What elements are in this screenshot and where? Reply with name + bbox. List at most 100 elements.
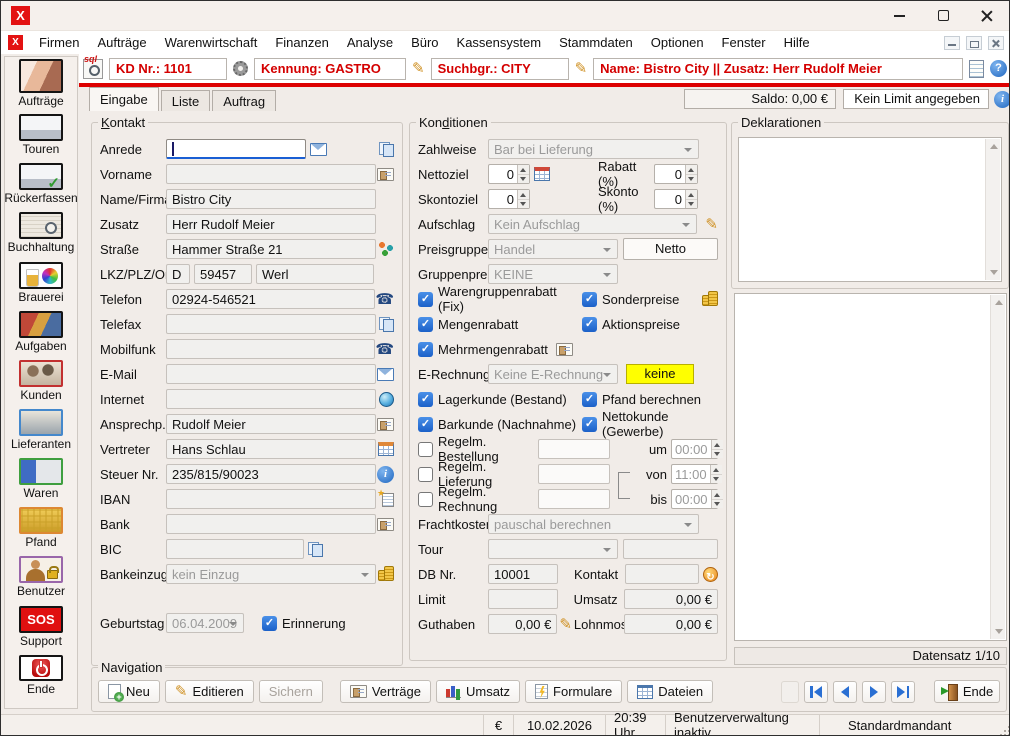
aufschlag-select[interactable]: Kein Aufschlag	[488, 214, 697, 234]
pencil-icon[interactable]	[559, 617, 572, 632]
sidebar-item-waren[interactable]: Waren	[19, 458, 63, 507]
sidebar-item-brauerei[interactable]: Brauerei	[18, 262, 63, 311]
memo-list[interactable]	[734, 293, 1007, 641]
regelm-rechnung-input[interactable]	[538, 489, 610, 509]
copy-icon[interactable]	[308, 542, 323, 557]
frachtkosten-select[interactable]: pauschal berechnen	[488, 514, 699, 534]
sidebar-item-kunden[interactable]: Kunden	[19, 360, 63, 409]
erechnung-badge[interactable]: keine	[626, 364, 694, 384]
tour-select[interactable]	[488, 539, 618, 559]
steuernr-input[interactable]: 235/815/90023	[166, 464, 376, 484]
sidebar-item-pfand[interactable]: Pfand	[19, 507, 63, 556]
rabatt-spinner[interactable]: 0	[654, 164, 698, 184]
notes-icon[interactable]	[969, 60, 984, 78]
nav-next-button[interactable]	[862, 681, 886, 703]
regelm-bestellung-checkbox[interactable]	[418, 442, 433, 457]
window-minimize-button[interactable]	[877, 1, 921, 30]
bank-input[interactable]	[166, 514, 376, 534]
sidebar-item-lieferanten[interactable]: Lieferanten	[11, 409, 71, 458]
pfand-berechnen-checkbox[interactable]	[582, 392, 597, 407]
erechnung-select[interactable]: Keine E-Rechnung	[488, 364, 618, 384]
menu-item-firmen[interactable]: Firmen	[30, 35, 88, 50]
limit-info-icon[interactable]: i	[994, 91, 1010, 108]
pencil-icon[interactable]	[705, 217, 718, 232]
zusatz-input[interactable]: Herr Rudolf Meier	[166, 214, 376, 234]
window-maximize-button[interactable]	[921, 1, 965, 30]
tour-extra-input[interactable]	[623, 539, 718, 559]
menu-item-fenster[interactable]: Fenster	[713, 35, 775, 50]
limit-input[interactable]	[488, 589, 558, 609]
barkunde-checkbox[interactable]	[418, 417, 433, 432]
mail-icon[interactable]	[310, 143, 327, 156]
strasse-input[interactable]: Hammer Straße 21	[166, 239, 376, 259]
sichern-button[interactable]: Sichern	[259, 680, 323, 703]
regelm-bestellung-input[interactable]	[538, 439, 610, 459]
telefax-input[interactable]	[166, 314, 376, 334]
telefon-input[interactable]: 02924-546521	[166, 289, 375, 309]
sidebar-item-support[interactable]: SOS Support	[19, 606, 63, 655]
ort-input[interactable]: Werl	[256, 264, 374, 284]
refresh-icon[interactable]	[703, 567, 718, 582]
sonderpreise-checkbox[interactable]	[582, 292, 597, 307]
tab-liste[interactable]: Liste	[161, 90, 210, 111]
dateien-button[interactable]: Dateien	[627, 680, 713, 703]
bankeinzug-select[interactable]: kein Einzug	[166, 564, 376, 584]
phone-icon[interactable]	[375, 292, 394, 307]
coins-icon[interactable]	[378, 567, 394, 581]
menu-item-buero[interactable]: Büro	[402, 35, 447, 50]
sidebar-item-ende[interactable]: Ende	[19, 655, 63, 704]
menu-item-warenwirtschaft[interactable]: Warenwirtschaft	[156, 35, 267, 50]
menu-item-kassensystem[interactable]: Kassensystem	[448, 35, 551, 50]
mdi-restore-button[interactable]	[966, 36, 982, 50]
scrollbar[interactable]	[985, 139, 1000, 280]
neu-button[interactable]: Neu	[98, 680, 160, 703]
window-close-button[interactable]	[965, 1, 1009, 30]
mail-icon[interactable]	[377, 368, 394, 381]
contact-card-icon[interactable]	[377, 418, 394, 431]
name-firma-input[interactable]: Bistro City	[166, 189, 376, 209]
nettoziel-spinner[interactable]: 0	[488, 164, 530, 184]
gear-icon[interactable]	[233, 61, 248, 76]
sidebar-item-buchhaltung[interactable]: Buchhaltung	[8, 212, 75, 261]
bis-time-spinner[interactable]: 00:00	[671, 489, 718, 509]
kd-number-box[interactable]: KD Nr.: 1101	[109, 58, 227, 80]
aktionspreise-checkbox[interactable]	[582, 317, 597, 332]
email-input[interactable]	[166, 364, 376, 384]
mdi-minimize-button[interactable]	[944, 36, 960, 50]
dbnr-input[interactable]: 10001	[488, 564, 558, 584]
calendar-icon[interactable]	[534, 167, 550, 181]
contact-card-icon[interactable]	[377, 168, 394, 181]
contact-card-icon[interactable]	[377, 518, 394, 531]
nav-prev-button[interactable]	[833, 681, 857, 703]
um-time-spinner[interactable]: 00:00	[671, 439, 718, 459]
tab-eingabe[interactable]: Eingabe	[89, 87, 159, 111]
plz-input[interactable]: 59457	[194, 264, 252, 284]
kennung-box[interactable]: Kennung: GASTRO	[254, 58, 406, 80]
info-icon[interactable]: i	[377, 466, 394, 483]
copy-icon[interactable]	[379, 317, 394, 332]
internet-input[interactable]	[166, 389, 376, 409]
erinnerung-checkbox[interactable]	[262, 616, 277, 631]
gruppenpreis-select[interactable]: KEINE	[488, 264, 618, 284]
regelm-lieferung-input[interactable]	[538, 464, 610, 484]
menu-item-stammdaten[interactable]: Stammdaten	[550, 35, 642, 50]
menu-item-analyse[interactable]: Analyse	[338, 35, 402, 50]
ansprechpartner-input[interactable]: Rudolf Meier	[166, 414, 376, 434]
lkz-input[interactable]: D	[166, 264, 190, 284]
kontakt-input[interactable]	[625, 564, 699, 584]
netto-button[interactable]: Netto	[623, 238, 718, 260]
lagerkunde-checkbox[interactable]	[418, 392, 433, 407]
menu-item-optionen[interactable]: Optionen	[642, 35, 713, 50]
umsatz-button[interactable]: Umsatz	[436, 680, 520, 703]
iban-input[interactable]	[166, 489, 376, 509]
warengruppenrabatt-checkbox[interactable]	[418, 292, 433, 307]
mobilfunk-input[interactable]	[166, 339, 375, 359]
pencil-icon[interactable]	[575, 61, 588, 76]
zahlweise-select[interactable]: Bar bei Lieferung	[488, 139, 699, 159]
regelm-rechnung-checkbox[interactable]	[418, 492, 433, 507]
contact-card-icon[interactable]	[556, 343, 573, 356]
menu-item-auftraege[interactable]: Aufträge	[88, 35, 155, 50]
resize-grip[interactable]	[1004, 730, 1006, 732]
suchbegriff-box[interactable]: Suchbgr.: CITY	[431, 58, 569, 80]
menu-item-finanzen[interactable]: Finanzen	[266, 35, 337, 50]
